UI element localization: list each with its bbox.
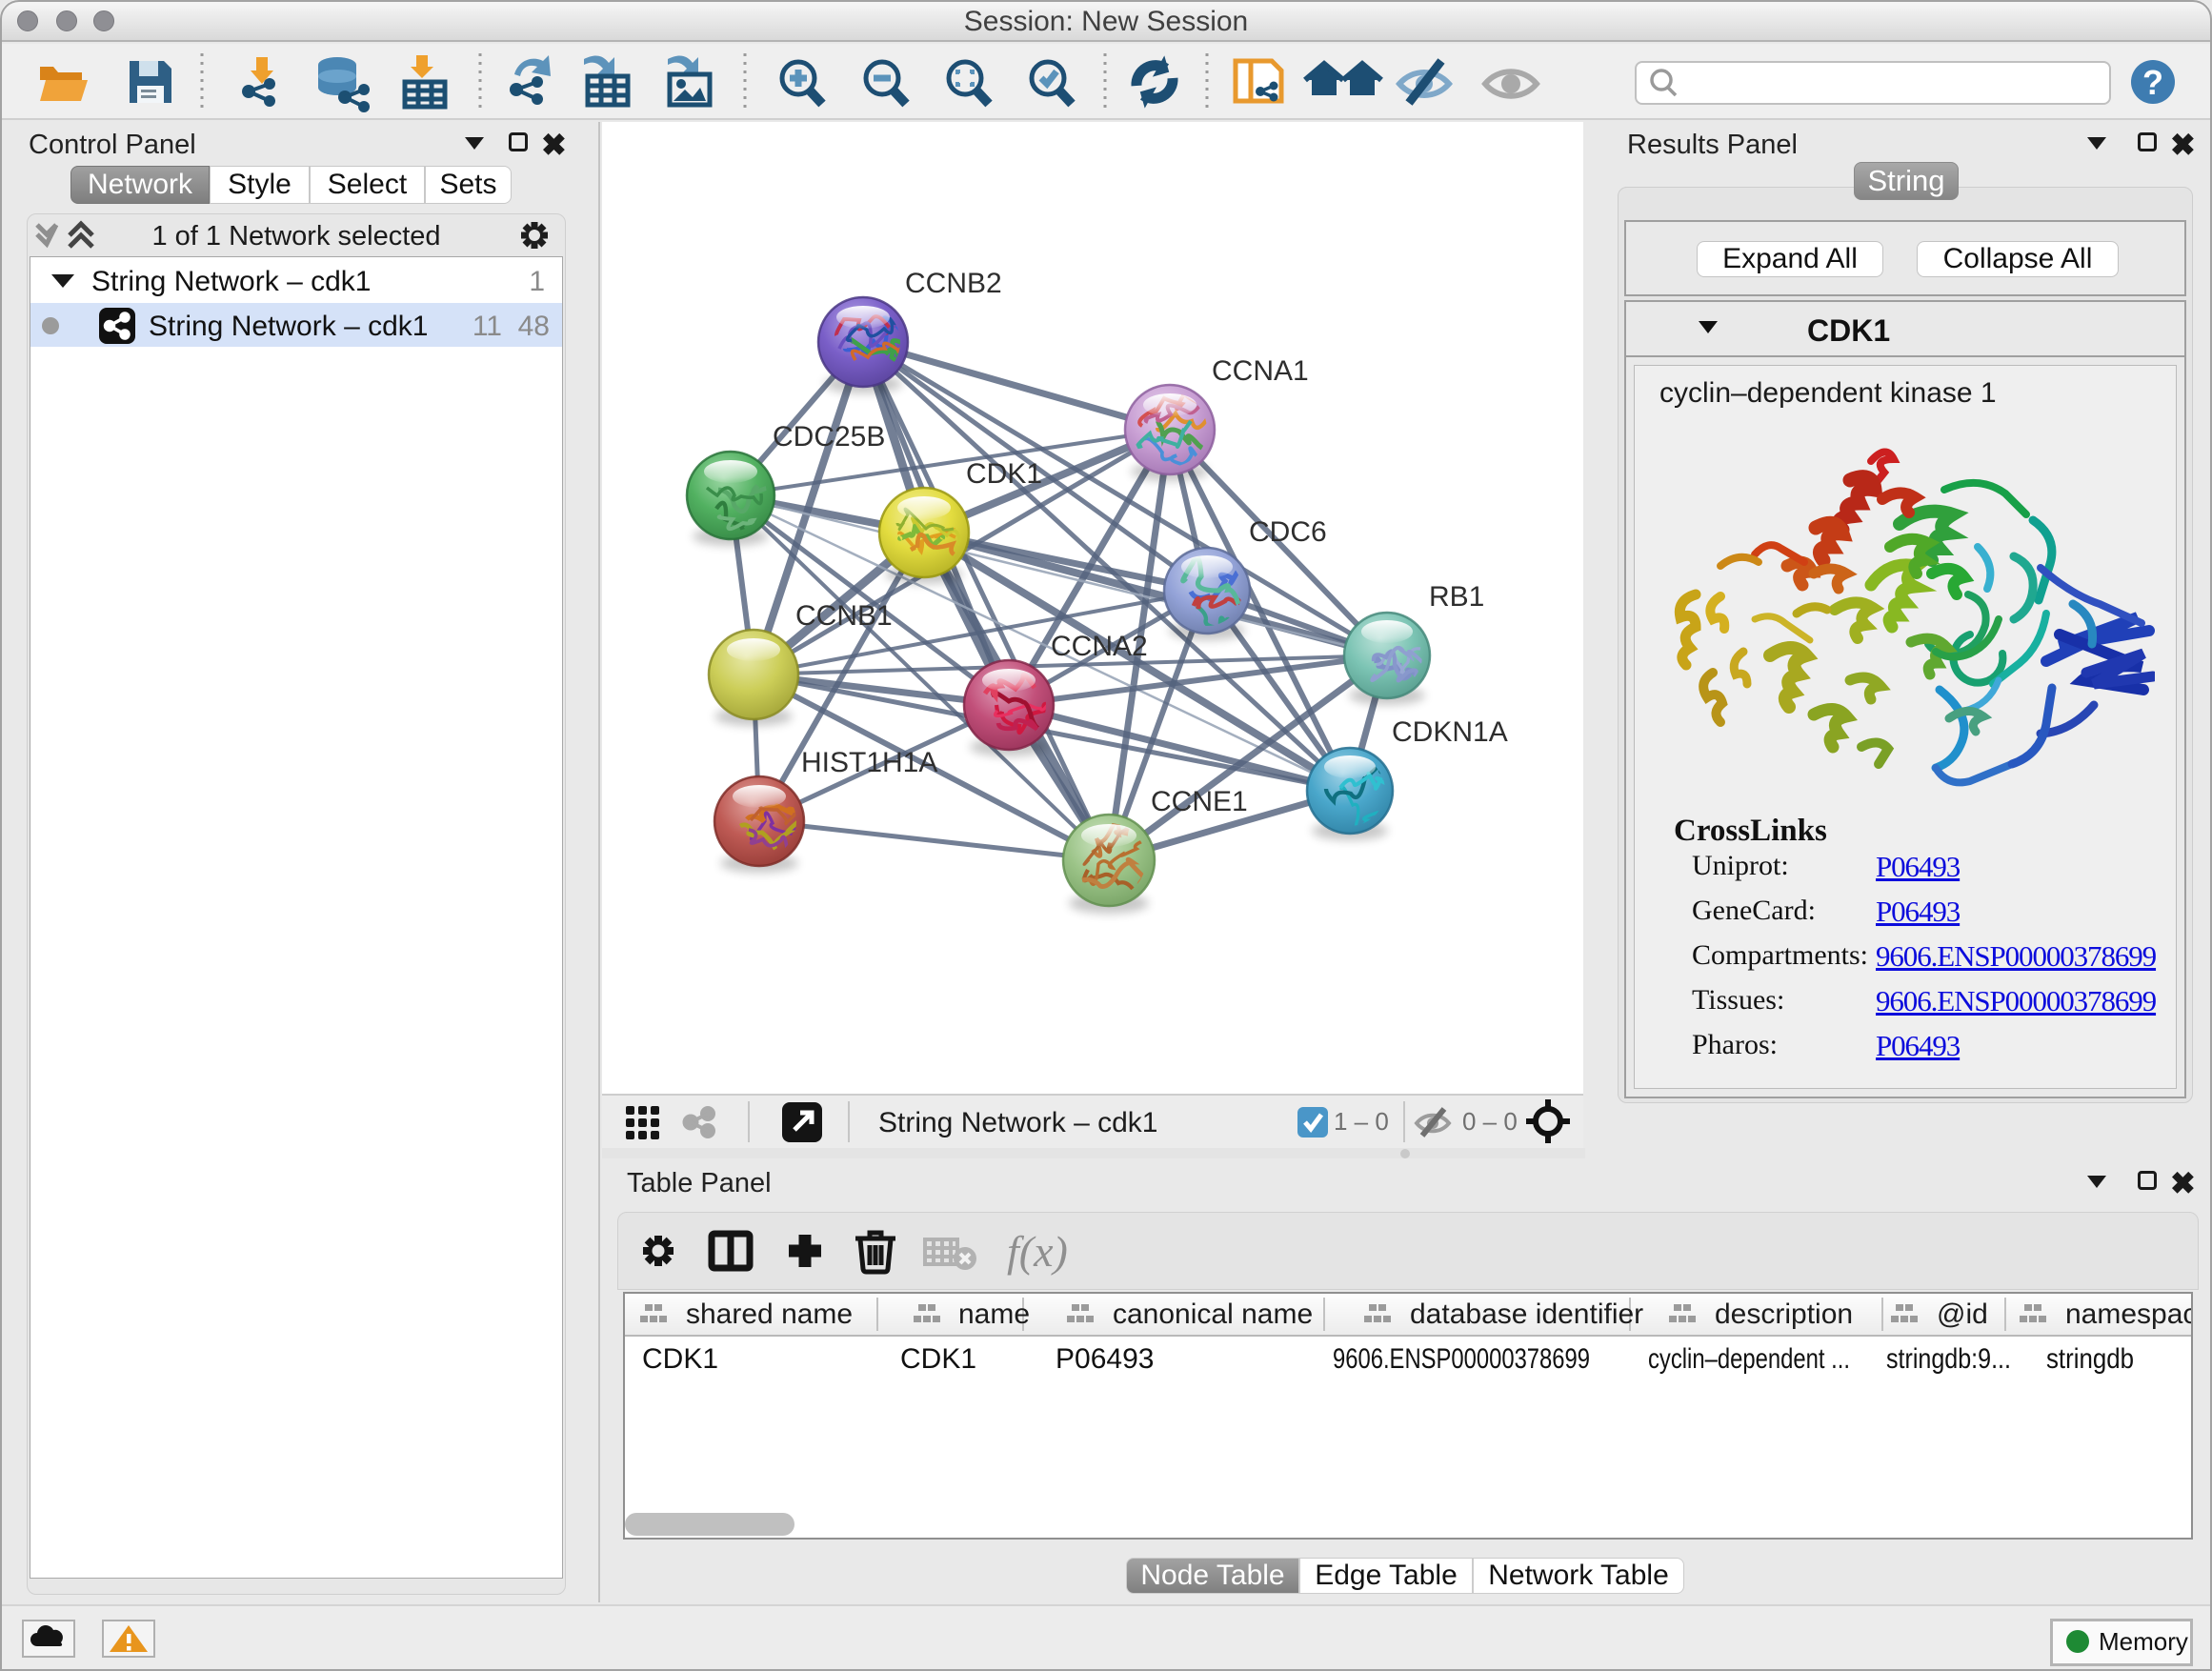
svg-text:String Network – cdk1: String Network – cdk1: [878, 1107, 1157, 1138]
svg-text:CDK1: CDK1: [642, 1343, 718, 1375]
svg-text:0 – 0: 0 – 0: [1462, 1107, 1518, 1136]
svg-text:CCNA1: CCNA1: [1212, 355, 1309, 387]
svg-text:stringdb: stringdb: [2046, 1343, 2134, 1375]
svg-text:f(x): f(x): [1007, 1227, 1068, 1276]
svg-text:CDC25B: CDC25B: [773, 421, 885, 453]
svg-text:@id: @id: [1937, 1299, 1988, 1330]
svg-text:String Network – cdk1: String Network – cdk1: [149, 311, 428, 342]
svg-text:1 of 1 Network selected: 1 of 1 Network selected: [151, 221, 440, 252]
svg-text:CDK1: CDK1: [966, 458, 1042, 490]
svg-text:name: name: [958, 1299, 1030, 1330]
svg-text:9606.ENSP00000378699: 9606.ENSP00000378699: [1333, 1343, 1590, 1375]
svg-text:cyclin–dependent ...: cyclin–dependent ...: [1648, 1343, 1850, 1375]
svg-text:canonical name: canonical name: [1113, 1299, 1313, 1330]
svg-text:CDKN1A: CDKN1A: [1392, 716, 1508, 748]
svg-text:Memory: Memory: [2099, 1627, 2188, 1656]
svg-text:namespac: namespac: [2065, 1299, 2191, 1330]
svg-text:CDK1: CDK1: [900, 1343, 976, 1375]
svg-text:P06493: P06493: [1056, 1343, 1154, 1375]
svg-text:stringdb:9...: stringdb:9...: [1886, 1343, 2011, 1375]
svg-text:HIST1H1A: HIST1H1A: [801, 747, 937, 778]
svg-text:CCNA2: CCNA2: [1051, 631, 1148, 662]
svg-text:CCNB2: CCNB2: [905, 268, 1002, 299]
svg-text:database identifier: database identifier: [1410, 1299, 1643, 1330]
svg-text:1 – 0: 1 – 0: [1334, 1107, 1389, 1136]
svg-text:11: 11: [473, 311, 502, 342]
svg-text:CDC6: CDC6: [1249, 516, 1327, 548]
svg-text:CCNE1: CCNE1: [1151, 786, 1248, 817]
svg-text:RB1: RB1: [1429, 581, 1484, 613]
svg-text:String Network – cdk1: String Network – cdk1: [91, 266, 371, 297]
svg-text:shared name: shared name: [686, 1299, 853, 1330]
svg-text:CCNB1: CCNB1: [795, 600, 893, 632]
svg-text:?: ?: [2142, 63, 2163, 102]
svg-text:1: 1: [529, 266, 545, 297]
svg-text:48: 48: [518, 311, 550, 342]
svg-text:description: description: [1715, 1299, 1853, 1330]
